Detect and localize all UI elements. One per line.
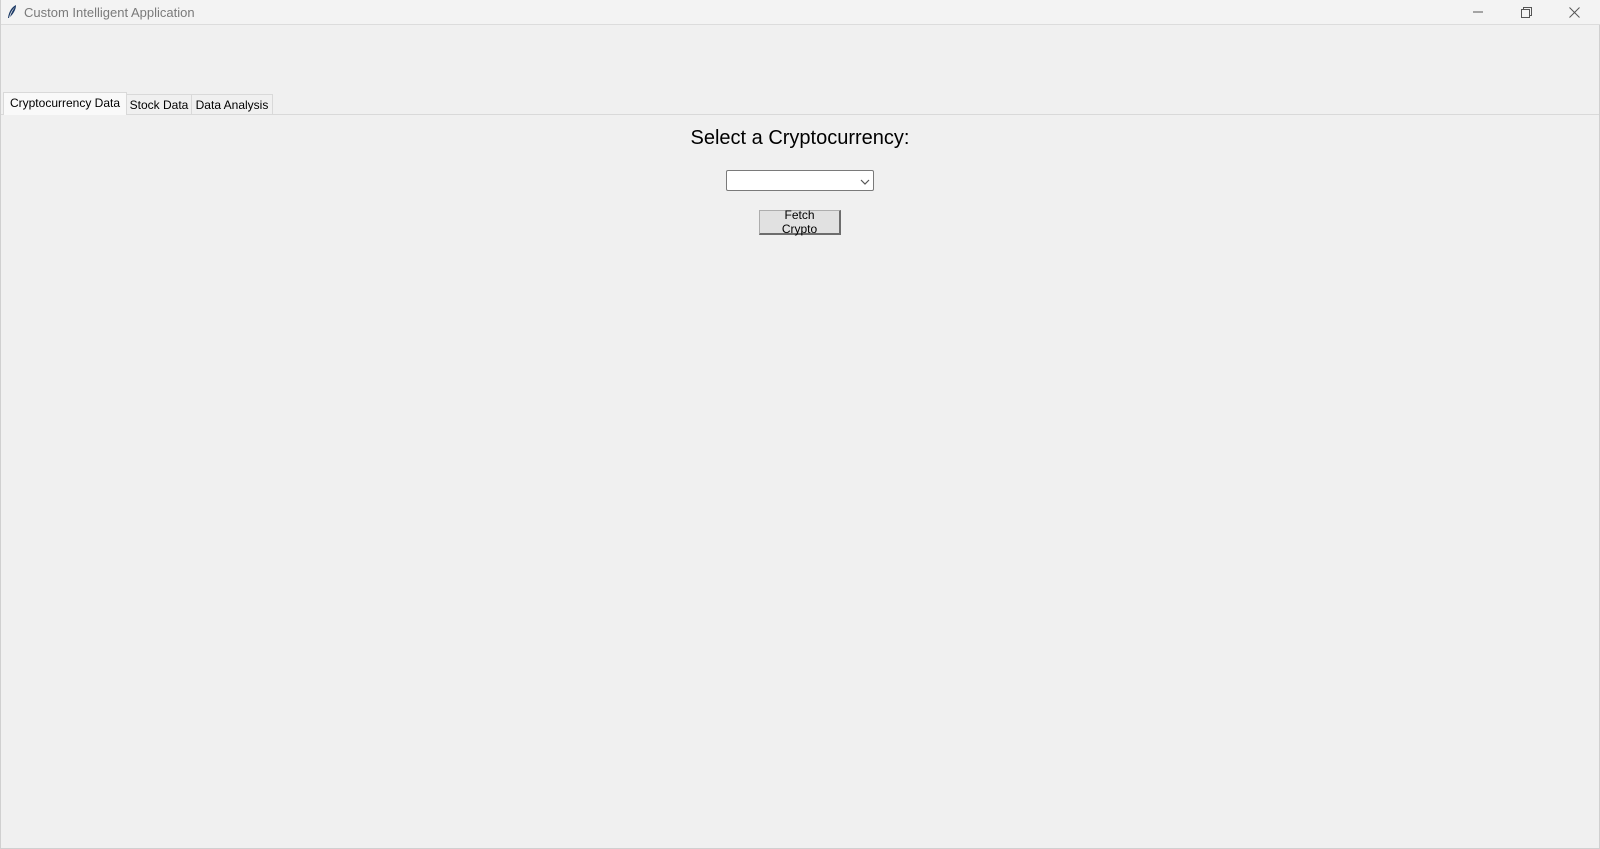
window-title: Custom Intelligent Application xyxy=(24,5,195,20)
close-icon xyxy=(1568,6,1580,18)
tab-stock-data[interactable]: Stock Data xyxy=(126,94,192,114)
close-button[interactable] xyxy=(1551,0,1597,24)
minimize-button[interactable] xyxy=(1455,0,1501,24)
minimize-icon xyxy=(1473,7,1483,17)
chevron-down-icon[interactable] xyxy=(859,175,871,187)
tab-data-analysis[interactable]: Data Analysis xyxy=(191,94,273,114)
tab-cryptocurrency-data[interactable]: Cryptocurrency Data xyxy=(3,92,127,115)
notebook-tabs: Cryptocurrency Data Stock Data Data Anal… xyxy=(1,92,1599,115)
feather-icon xyxy=(6,4,18,20)
app-window: Custom Intelligent Application Cryptocur… xyxy=(0,0,1600,849)
restore-button[interactable] xyxy=(1503,0,1549,24)
fetch-crypto-button[interactable]: Fetch Crypto xyxy=(759,208,841,236)
crypto-combobox[interactable] xyxy=(726,170,874,191)
select-crypto-heading: Select a Cryptocurrency: xyxy=(690,127,910,149)
restore-icon xyxy=(1520,6,1532,18)
tab-divider xyxy=(1,114,1599,115)
title-bar[interactable]: Custom Intelligent Application xyxy=(1,0,1600,25)
